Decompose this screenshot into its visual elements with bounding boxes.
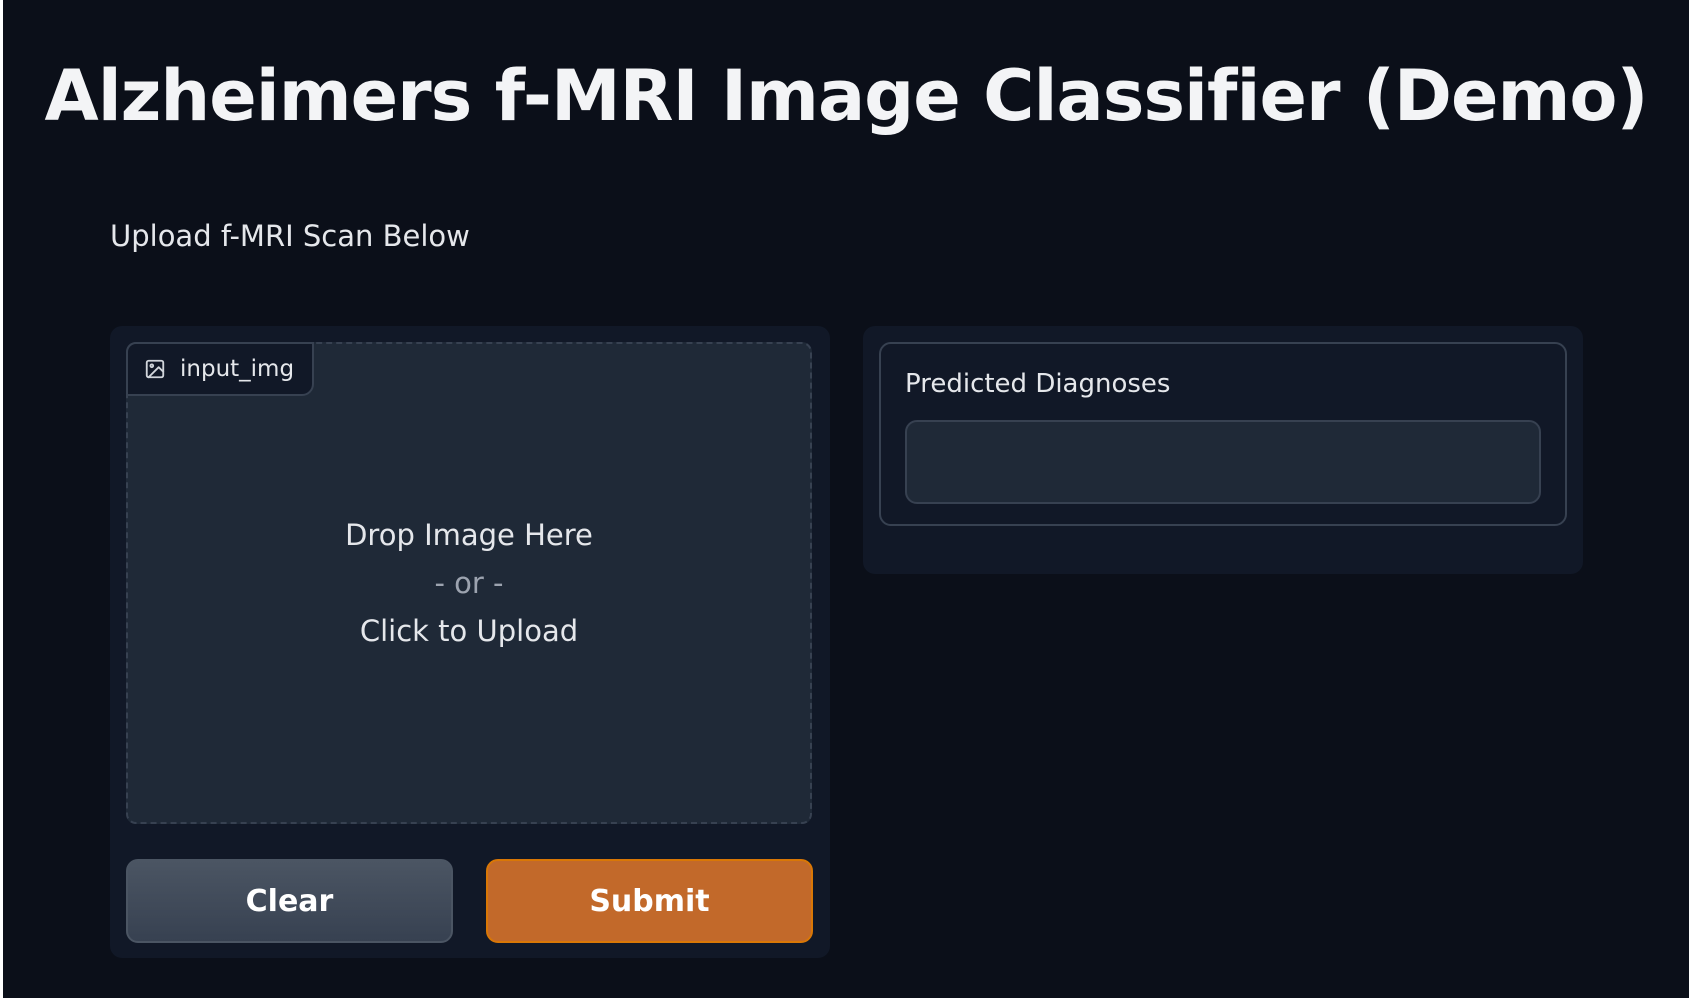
drop-image-text: Drop Image Here: [345, 518, 593, 552]
predicted-diagnoses-output[interactable]: [905, 420, 1541, 504]
clear-button[interactable]: Clear: [126, 859, 453, 943]
page-description: Upload f-MRI Scan Below: [110, 219, 470, 253]
output-panel: Predicted Diagnoses: [863, 326, 1583, 574]
drop-or-text: - or -: [434, 566, 504, 600]
page-title: Alzheimers f-MRI Image Classifier (Demo): [44, 55, 1649, 137]
input-panel: input_img Drop Image Here - or - Click t…: [110, 326, 830, 958]
predicted-diagnoses-label: Predicted Diagnoses: [905, 369, 1171, 399]
submit-button[interactable]: Submit: [486, 859, 813, 943]
image-upload-dropzone[interactable]: input_img Drop Image Here - or - Click t…: [126, 342, 812, 824]
click-to-upload-text: Click to Upload: [359, 614, 579, 648]
dropzone-instructions: Drop Image Here - or - Click to Upload: [128, 344, 810, 822]
predicted-diagnoses-block: Predicted Diagnoses: [879, 342, 1567, 526]
app-container: Alzheimers f-MRI Image Classifier (Demo)…: [3, 0, 1689, 998]
